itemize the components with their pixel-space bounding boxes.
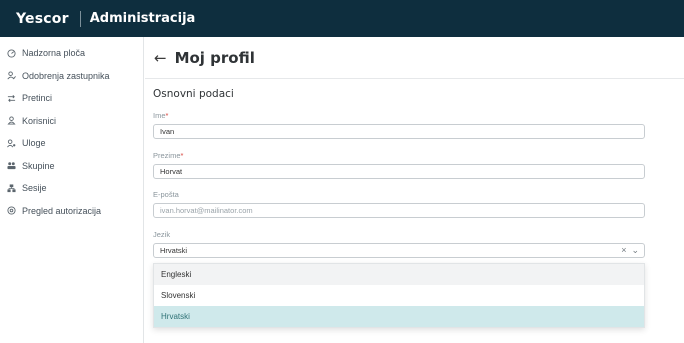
language-dropdown: Engleski Slovenski Hrvatski — [153, 263, 645, 328]
language-select-value: Hrvatski — [160, 246, 188, 255]
user-role-icon — [5, 137, 17, 149]
last-name-label: Prezime* — [153, 151, 183, 160]
sidebar-item-mailboxes[interactable]: Pretinci — [0, 87, 143, 110]
sidebar-item-label: Pretinci — [22, 93, 53, 104]
clear-icon[interactable]: × — [621, 244, 626, 257]
last-name-label-text: Prezime — [153, 151, 181, 160]
language-label: Jezik — [153, 230, 171, 239]
sessions-icon — [5, 182, 17, 194]
group-icon — [5, 160, 17, 172]
language-option-croatian[interactable]: Hrvatski — [154, 306, 644, 327]
sidebar-item-roles[interactable]: Uloge — [0, 132, 143, 155]
chevron-down-icon[interactable]: ⌄ — [631, 244, 639, 257]
sidebar-item-label: Uloge — [22, 138, 46, 149]
sidebar-item-label: Odobrenja zastupnika — [22, 70, 110, 81]
select-controls: × ⌄ — [621, 244, 639, 257]
sidebar-item-dashboard[interactable]: Nadzorna ploča — [0, 42, 143, 65]
top-bar: Yescor Administracija — [0, 0, 684, 37]
header-divider — [79, 10, 81, 27]
sidebar: Nadzorna ploča Odobrenja zastupnika Pret… — [0, 37, 144, 343]
sidebar-item-label: Sesije — [22, 183, 47, 194]
shield-icon — [5, 205, 17, 217]
sidebar-item-agent-approvals[interactable]: Odobrenja zastupnika — [0, 65, 143, 88]
sidebar-item-sessions[interactable]: Sesije — [0, 177, 143, 200]
main-content: ← Moj profil Osnovni podaci Ime* Ivan Pr… — [145, 37, 684, 343]
logo[interactable]: Yescor — [16, 11, 69, 27]
sidebar-item-users[interactable]: Korisnici — [0, 110, 143, 133]
sidebar-item-authorization-overview[interactable]: Pregled autorizacija — [0, 200, 143, 223]
app-title: Administracija — [89, 11, 196, 26]
language-select[interactable]: Hrvatski × ⌄ — [153, 243, 645, 258]
sidebar-item-groups[interactable]: Skupine — [0, 155, 143, 178]
user-check-icon — [5, 70, 17, 82]
first-name-label-text: Ime — [153, 111, 166, 120]
section-title: Osnovni podaci — [153, 88, 234, 100]
required-mark: * — [180, 151, 184, 160]
page-header: ← Moj profil — [145, 37, 684, 79]
last-name-field[interactable]: Horvat — [153, 164, 645, 179]
user-icon — [5, 115, 17, 127]
first-name-label: Ime* — [153, 111, 168, 120]
dashboard-icon — [5, 47, 17, 59]
required-mark: * — [165, 111, 169, 120]
sidebar-item-label: Nadzorna ploča — [22, 48, 86, 59]
sidebar-item-label: Korisnici — [22, 115, 57, 126]
language-option-slovenian[interactable]: Slovenski — [154, 285, 644, 306]
sidebar-item-label: Pregled autorizacija — [22, 205, 102, 216]
email-field: ivan.horvat@mailinator.com — [153, 203, 645, 218]
sidebar-item-label: Skupine — [22, 160, 55, 171]
arrow-left-icon[interactable]: ← — [154, 49, 167, 67]
first-name-field[interactable]: Ivan — [153, 124, 645, 139]
page-title: Moj profil — [174, 48, 255, 67]
language-option-english[interactable]: Engleski — [154, 264, 644, 285]
email-label: E-pošta — [153, 190, 179, 199]
swap-icon — [5, 92, 17, 104]
